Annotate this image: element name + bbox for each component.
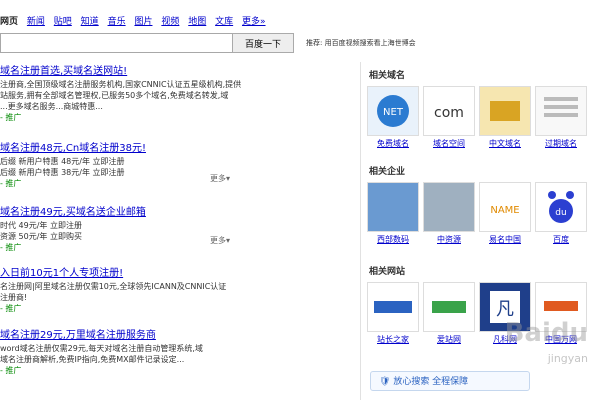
tile[interactable]: 西部数码	[367, 182, 419, 245]
search-result: 域名注册29元,万里域名注册服务商 word域名注册仅需29元,每天对域名注册自…	[0, 330, 290, 376]
result-title[interactable]: 域名注册首选,买域名送网站!	[0, 66, 290, 77]
result-desc: 资源 50元/年 立即购买	[0, 232, 82, 241]
search-button[interactable]: 百度一下	[232, 33, 294, 53]
aizhan-logo-icon	[432, 301, 466, 313]
search-result: 入日前10元1个人专项注册! 名注册网|阿里域名注册仅需10元,全球领先ICAN…	[0, 268, 290, 314]
ename-logo-icon: NAME	[490, 205, 519, 216]
tile-image[interactable]: NAME	[479, 182, 531, 232]
nav-images[interactable]: 图片	[134, 17, 152, 27]
com-icon: com	[434, 105, 464, 121]
domain-list-icon	[544, 97, 578, 117]
result-desc: 名注册网|阿里域名注册仅需10元,全球领先ICANN及CNNIC认证	[0, 282, 227, 291]
result-link[interactable]: - 推广	[0, 178, 290, 189]
top-nav: 网页 新闻 贴吧 知道 音乐 图片 视频 地图 文库 更多»	[0, 14, 272, 27]
result-title[interactable]: 入日前10元1个人专项注册!	[0, 268, 290, 279]
safe-search-banner[interactable]: 🛡 放心搜索 全程保障	[370, 371, 530, 391]
tile[interactable]: com 域名空间	[423, 86, 475, 149]
svg-text:du: du	[555, 208, 566, 218]
nav-video[interactable]: 视频	[161, 17, 179, 27]
result-desc: 后缀 新用户特惠 38元/年 立即注册	[0, 168, 125, 177]
tile-image[interactable]	[423, 282, 475, 332]
nav-news[interactable]: 新闻	[27, 17, 45, 27]
tile[interactable]: NAME 易名中国	[479, 182, 531, 245]
result-link[interactable]: - 推广	[0, 112, 290, 123]
tile-label[interactable]: 百度	[535, 234, 587, 245]
tile-image[interactable]	[367, 282, 419, 332]
result-link[interactable]: - 推广	[0, 303, 290, 314]
search-result: 域名注册48元,Cn域名注册38元! 后缀 新用户特惠 48元/年 立即注册 后…	[0, 143, 290, 189]
more-link[interactable]: 更多▾	[210, 235, 230, 246]
tile-image[interactable]	[535, 86, 587, 136]
tile-label[interactable]: 站长之家	[367, 334, 419, 345]
search-tip[interactable]: 推荐: 用百度视频搜索看上海世博会	[306, 38, 416, 48]
tile[interactable]: du 百度	[535, 182, 587, 245]
tile[interactable]: 中文域名	[479, 86, 531, 149]
tile[interactable]: 爱站网	[423, 282, 475, 345]
search-result: 域名注册49元,买域名送企业邮箱 时代 49元/年 立即注册 资源 50元/年 …	[0, 207, 290, 253]
svg-text:com: com	[434, 105, 464, 121]
nav-zhidao[interactable]: 知道	[81, 17, 99, 27]
result-desc[interactable]: ...更多域名服务...商城特惠...	[0, 101, 290, 112]
tile[interactable]: 站长之家	[367, 282, 419, 345]
tile-label[interactable]: 域名空间	[423, 138, 475, 149]
result-desc: 域名注册商解析,免费IP指向,免费MX邮件记录设定...	[0, 355, 185, 364]
section-title: 相关网站	[369, 267, 406, 277]
section-title: 相关企业	[369, 167, 406, 177]
result-title[interactable]: 域名注册48元,Cn域名注册38元!	[0, 143, 290, 154]
tile-label[interactable]: 西部数码	[367, 234, 419, 245]
tile-image[interactable]	[479, 86, 531, 136]
result-desc: 时代 49元/年 立即注册	[0, 221, 82, 230]
nav-map[interactable]: 地图	[188, 17, 206, 27]
chinaz-logo-icon	[374, 301, 412, 313]
nav-wenku[interactable]: 文库	[215, 17, 233, 27]
result-desc: 后缀 新用户特惠 48元/年 立即注册	[0, 157, 125, 166]
search-input[interactable]	[0, 33, 234, 53]
result-desc: word域名注册仅需29元,每天对域名注册自动管理系统,域	[0, 344, 203, 353]
shield-icon: 🛡	[379, 377, 391, 387]
globe-icon: NET	[377, 95, 409, 127]
tile-label[interactable]: 爱站网	[423, 334, 475, 345]
result-link[interactable]: - 推广	[0, 365, 290, 376]
tile[interactable]: 过期域名	[535, 86, 587, 149]
result-title[interactable]: 域名注册49元,买域名送企业邮箱	[0, 207, 290, 218]
tile-image[interactable]: NET	[367, 86, 419, 136]
tile-label[interactable]: 易名中国	[479, 234, 531, 245]
tile-label[interactable]: 过期域名	[535, 138, 587, 149]
gold-letters-icon	[490, 101, 520, 121]
tile-image[interactable]: com	[423, 86, 475, 136]
result-desc: 注册商,全国顶级域名注册服务机构,国家CNNIC认证五星级机构,提供	[0, 80, 242, 89]
watermark-sub: jingyan	[547, 352, 588, 365]
safe-search-label: 放心搜索 全程保障	[393, 377, 469, 387]
tile-image[interactable]	[367, 182, 419, 232]
section-title: 相关域名	[369, 71, 406, 81]
svg-text:NAME: NAME	[490, 205, 519, 216]
search-result: 域名注册首选,买域名送网站! 注册商,全国顶级域名注册服务机构,国家CNNIC认…	[0, 66, 290, 123]
nav-web[interactable]: 网页	[0, 17, 18, 27]
nav-more[interactable]: 更多»	[242, 17, 266, 27]
tile-label[interactable]: 中文域名	[479, 138, 531, 149]
tile-label[interactable]: 中资源	[423, 234, 475, 245]
right-panel: 相关域名 NET 免费域名 com 域名空间 中文域名 过期域名 相关企业 西部…	[360, 62, 600, 400]
tile[interactable]: 中资源	[423, 182, 475, 245]
result-desc: 站服务,拥有全部域名管理权,已服务50多个域名,免费域名转发,域	[0, 91, 229, 100]
svg-text:凡: 凡	[496, 299, 514, 320]
result-link[interactable]: - 推广	[0, 242, 290, 253]
tile[interactable]: NET 免费域名	[367, 86, 419, 149]
tile-label[interactable]: 免费域名	[367, 138, 419, 149]
watermark-logo: Baidu	[504, 318, 588, 348]
baidu-paw-icon: du	[548, 191, 574, 223]
result-desc: 注册商!	[0, 293, 28, 302]
nav-music[interactable]: 音乐	[108, 17, 126, 27]
nav-tieba[interactable]: 贴吧	[54, 17, 72, 27]
result-title[interactable]: 域名注册29元,万里域名注册服务商	[0, 330, 290, 341]
svg-text:NET: NET	[383, 107, 404, 118]
tile-image[interactable]	[423, 182, 475, 232]
tile-image[interactable]: du	[535, 182, 587, 232]
more-link[interactable]: 更多▾	[210, 173, 230, 184]
